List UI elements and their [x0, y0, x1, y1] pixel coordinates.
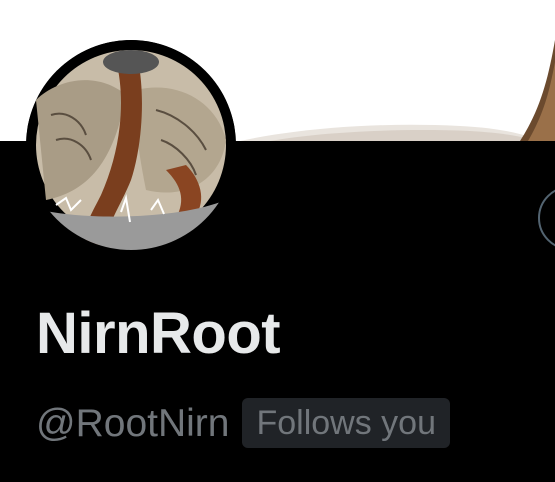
- user-handle: @RootNirn: [36, 401, 230, 445]
- handle-row: @RootNirn Follows you: [36, 398, 450, 448]
- avatar-image: [26, 40, 236, 250]
- follows-you-badge: Follows you: [242, 398, 450, 448]
- profile-avatar[interactable]: [26, 40, 236, 250]
- profile-header: NirnRoot @RootNirn Follows you: [0, 0, 555, 482]
- display-name: NirnRoot: [36, 301, 281, 366]
- more-options-button[interactable]: [538, 186, 555, 250]
